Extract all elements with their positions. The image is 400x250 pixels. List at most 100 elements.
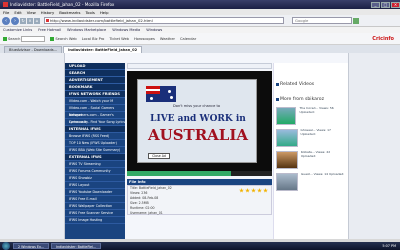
- close-button[interactable]: ×: [391, 1, 400, 8]
- star-icon[interactable]: [239, 188, 244, 193]
- site-sidebar: Upload Search Advertisement Bookmark IFW…: [65, 63, 125, 239]
- back-button[interactable]: ‹: [2, 16, 10, 25]
- forward-button[interactable]: ›: [11, 16, 19, 25]
- bookmark-customize-links[interactable]: Customize Links: [3, 28, 32, 32]
- more-videos-list: The Incred... Views: 56 Uploaded: Ghosaa…: [274, 105, 348, 193]
- toolbar-search-box[interactable]: [21, 35, 46, 42]
- sidebar-section-external: External IFWS: [65, 154, 125, 161]
- toolbar-local-biz[interactable]: Local Biz Pro: [82, 37, 105, 41]
- player-progress-bar[interactable]: [127, 171, 272, 176]
- sidebar-link-layout[interactable]: IFWS Layout: [65, 182, 125, 189]
- left-gutter: [0, 53, 65, 239]
- sidebar-link-wallpaper[interactable]: IFWS Wallpaper Collection: [65, 203, 125, 210]
- star-icon[interactable]: [257, 188, 262, 193]
- sidebar-link-browse-rss[interactable]: Browse IFWS (RSS Feed): [65, 133, 125, 140]
- site-search-bar[interactable]: [127, 63, 272, 69]
- maximize-button[interactable]: □: [381, 1, 390, 8]
- tab-bar: BlueAdvisor - Downloads... Indiavidster:…: [0, 45, 400, 53]
- video-thumbnail[interactable]: [276, 129, 298, 147]
- video-player[interactable]: Don't miss your chance to LIVE and WORK …: [127, 71, 272, 171]
- bookmark-free-hotmail[interactable]: Free Hotmail: [38, 28, 61, 32]
- taskbar-item-firefox[interactable]: Indiavidster: BattleFiel...: [51, 243, 102, 249]
- tab-blueadvisor[interactable]: BlueAdvisor - Downloads...: [4, 46, 63, 53]
- bookmark-windows-marketplace[interactable]: Windows Marketplace: [67, 28, 106, 32]
- ad-headline-1: LIVE and WORK in: [150, 114, 246, 124]
- search-icon: [3, 36, 7, 41]
- reload-icon[interactable]: ↻: [20, 17, 26, 24]
- sidebar-advertisement[interactable]: Advertisement: [65, 77, 125, 84]
- sidebar-upload[interactable]: Upload: [65, 63, 125, 70]
- menu-bookmarks[interactable]: Bookmarks: [59, 10, 80, 15]
- bookmark-windows[interactable]: Windows: [146, 28, 162, 32]
- toolbar-calendar-label: Calendar: [180, 36, 197, 41]
- sidebar-bookmark[interactable]: Bookmark: [65, 84, 125, 91]
- menu-tools[interactable]: Tools: [85, 10, 94, 15]
- navigation-bar: ‹ › ↻ × ⌂ http://www.indiavidster.com/ba…: [0, 15, 400, 27]
- list-item[interactable]: Kolkata... Views: 22 Uploaded:: [274, 149, 348, 171]
- sidebar-link-ivideo[interactable]: iVideo.com - Watch your M: [65, 98, 125, 105]
- video-ad-overlay[interactable]: Don't miss your chance to LIVE and WORK …: [137, 79, 257, 163]
- sidebar-link-showbiz[interactable]: IFWS Showbiz: [65, 175, 125, 182]
- video-meta: Kolkata... Views: 22 Uploaded:: [300, 150, 331, 158]
- home-icon[interactable]: ⌂: [34, 17, 40, 24]
- url-bar[interactable]: http://www.indiavidster.com/battlefield_…: [44, 17, 284, 24]
- bookmark-windows-media[interactable]: Windows Media: [112, 28, 140, 32]
- sidebar-link-top-10[interactable]: TOP 10 New (IFWS Uploader): [65, 140, 125, 147]
- video-thumbnail[interactable]: [276, 107, 297, 125]
- sidebar-section-network-friends: IFWS Network Friends: [65, 91, 125, 98]
- toolbar-search[interactable]: Search: [3, 35, 46, 42]
- video-meta: Ghosaal... Views: 17 Uploaded:: [300, 128, 331, 136]
- sidebar-link-botsgamers[interactable]: botsgamers.com - Gamer's Community: [65, 112, 125, 124]
- sidebar-link-bba[interactable]: IFWS BBA (Web Site Summary): [65, 147, 125, 154]
- list-item[interactable]: Guest... Views: 14 Uploaded:: [274, 171, 348, 193]
- search-input[interactable]: Google: [292, 17, 352, 24]
- star-icon[interactable]: [251, 188, 256, 193]
- menu-history[interactable]: History: [41, 10, 55, 15]
- brand-logo[interactable]: Cricinfo: [372, 36, 394, 42]
- toolbar-search-web[interactable]: Search Web: [50, 36, 77, 41]
- list-item[interactable]: Ghosaal... Views: 17 Uploaded:: [274, 127, 348, 149]
- sidebar-link-tv[interactable]: IFWS TV Streaming: [65, 161, 125, 168]
- page-content: Upload Search Advertisement Bookmark IFW…: [0, 53, 400, 239]
- toolbar-horoscopes[interactable]: Horoscopes: [134, 37, 155, 41]
- stop-icon[interactable]: ×: [27, 17, 33, 24]
- rating-stars[interactable]: [238, 188, 268, 193]
- sidebar-link-image-hosting[interactable]: IFWS Image Hosting: [65, 217, 125, 224]
- taskbar-item-explorer[interactable]: 2 Windows Ex...: [13, 243, 50, 249]
- minimize-button[interactable]: _: [371, 1, 380, 8]
- start-button[interactable]: [2, 242, 10, 250]
- video-meta: The Incred... Views: 56 Uploaded:: [299, 106, 334, 114]
- sidebar-link-lyrics[interactable]: Lyrics.co.in - Find Your Song Lyrics: [65, 119, 125, 126]
- star-icon[interactable]: [263, 188, 268, 193]
- menu-help[interactable]: Help: [100, 10, 109, 15]
- sidebar-link-email[interactable]: IFWS Free E-mail: [65, 196, 125, 203]
- video-thumbnail[interactable]: [276, 173, 298, 191]
- file-user[interactable]: Username: jahan_01: [128, 211, 271, 216]
- sidebar-link-social-gamers[interactable]: iVideo.com - Social Gamers Network: [65, 105, 125, 117]
- close-ad-button[interactable]: Close Ad: [148, 153, 170, 159]
- menu-view[interactable]: View: [27, 10, 36, 15]
- more-from-heading[interactable]: More from sbikaroz: [274, 96, 348, 103]
- sidebar-link-youtube-dl[interactable]: IFWS Youtube Downloader: [65, 189, 125, 196]
- sidebar-search[interactable]: Search: [65, 70, 125, 77]
- menu-file[interactable]: File: [3, 10, 9, 15]
- tab-indiavidster[interactable]: Indiavidster: BattleField_jahan_02: [63, 46, 143, 53]
- toolbar-local-biz-label: Local Biz Pro: [81, 36, 105, 41]
- sidebar-link-forums[interactable]: IFWS Forums Community: [65, 168, 125, 175]
- star-icon[interactable]: [245, 188, 250, 193]
- ad-headline-2: AUSTRALIA: [147, 126, 249, 144]
- toolbar-weather[interactable]: Weather: [160, 37, 175, 41]
- related-videos-heading[interactable]: Related Videos: [274, 81, 348, 88]
- flag-star: [170, 96, 173, 99]
- toolbar-calendar[interactable]: Calendar: [180, 37, 196, 41]
- video-thumbnail[interactable]: [276, 151, 298, 169]
- flag-star: [150, 97, 153, 100]
- toolbar-ticket-web[interactable]: Ticket Web: [109, 37, 129, 41]
- toolbar-weather-label: Weather: [159, 36, 176, 41]
- toolbar-search-label: Search: [8, 36, 21, 41]
- search-go-icon[interactable]: [353, 17, 359, 24]
- menu-edit[interactable]: Edit: [14, 10, 21, 15]
- list-item[interactable]: The Incred... Views: 56 Uploaded:: [274, 105, 348, 127]
- sidebar-link-scanner[interactable]: IFWS Free Scanner Service: [65, 210, 125, 217]
- right-column: Related Videos More from sbikaroz The In…: [273, 63, 348, 239]
